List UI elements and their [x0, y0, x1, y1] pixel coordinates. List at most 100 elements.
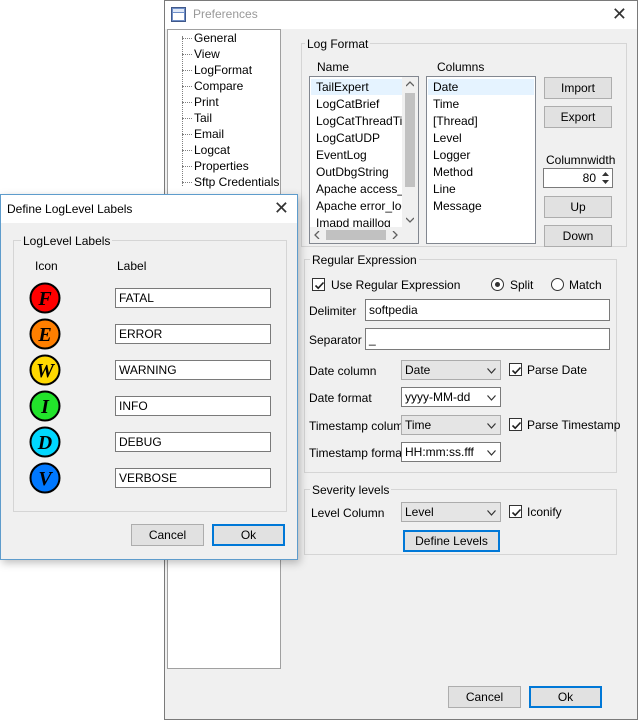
dialog-cancel-button[interactable]: Cancel: [131, 524, 204, 546]
timestamp-column-value: Time: [405, 418, 432, 432]
columnwidth-spinner[interactable]: 80: [543, 168, 613, 188]
tree-item-general[interactable]: General: [194, 31, 237, 45]
log-format-group-label: Log Format: [305, 37, 371, 51]
dialog-ok-button[interactable]: Ok: [212, 524, 285, 546]
timestamp-column-select[interactable]: Time: [401, 415, 501, 435]
spin-up-icon[interactable]: [602, 172, 609, 177]
date-column-label: Date column: [309, 364, 377, 378]
radio-dot-icon: [495, 282, 500, 287]
tree-connector: [182, 86, 192, 87]
use-regex-label: Use Regular Expression: [331, 278, 461, 292]
format-name-item[interactable]: OutDbgString: [316, 165, 389, 179]
tree-item-properties[interactable]: Properties: [194, 159, 249, 173]
name-list-vscroll[interactable]: [402, 77, 418, 227]
match-radio[interactable]: [551, 278, 564, 291]
preferences-close-icon[interactable]: ✕: [612, 3, 627, 25]
export-button[interactable]: Export: [544, 106, 612, 128]
tree-item-compare[interactable]: Compare: [194, 79, 243, 93]
scroll-up-icon[interactable]: [406, 81, 414, 87]
use-regex-checkbox[interactable]: [312, 278, 325, 291]
chevron-down-icon: [487, 450, 496, 456]
column-item[interactable]: [Thread]: [433, 114, 478, 128]
delimiter-input[interactable]: softpedia: [365, 299, 610, 321]
column-item[interactable]: Method: [433, 165, 473, 179]
tree-item-print[interactable]: Print: [194, 95, 219, 109]
preferences-titlebar[interactable]: Preferences ✕: [165, 1, 637, 29]
column-item[interactable]: Level: [433, 131, 462, 145]
dialog-title: Define LogLevel Labels: [7, 202, 133, 216]
format-name-item[interactable]: EventLog: [316, 148, 367, 162]
format-name-item[interactable]: LogCatBrief: [316, 97, 379, 111]
format-name-item[interactable]: TailExpert: [316, 80, 369, 94]
warning-level-icon: W: [29, 354, 61, 386]
name-list-hscroll[interactable]: [310, 227, 418, 243]
name-list-hscroll-thumb[interactable]: [326, 230, 386, 240]
up-button[interactable]: Up: [544, 196, 612, 218]
date-format-select[interactable]: yyyy-MM-dd: [401, 387, 501, 407]
tree-item-logcat[interactable]: Logcat: [194, 143, 230, 157]
date-format-label: Date format: [309, 391, 372, 405]
scroll-right-icon[interactable]: [392, 231, 398, 239]
timestamp-format-value: HH:mm:ss.fff: [405, 445, 474, 459]
tree-connector: [182, 36, 183, 186]
columns-list[interactable]: Date Time [Thread] Level Logger Method L…: [426, 76, 536, 244]
prefs-cancel-button[interactable]: Cancel: [448, 686, 521, 708]
dialog-titlebar[interactable]: Define LogLevel Labels ✕: [1, 195, 297, 223]
down-button[interactable]: Down: [544, 225, 612, 247]
split-radio[interactable]: [491, 278, 504, 291]
date-column-select[interactable]: Date: [401, 360, 501, 380]
tree-item-email[interactable]: Email: [194, 127, 224, 141]
dialog-close-icon[interactable]: ✕: [274, 197, 289, 219]
column-item[interactable]: Message: [433, 199, 482, 213]
separator-label: Separator: [309, 333, 362, 347]
checkmark-icon: [511, 508, 522, 517]
parse-date-checkbox[interactable]: [509, 363, 522, 376]
timestamp-format-select[interactable]: HH:mm:ss.fff: [401, 442, 501, 462]
loglevel-labels-group-label: LogLevel Labels: [21, 234, 113, 248]
checkmark-icon: [511, 366, 522, 375]
iconify-checkbox[interactable]: [509, 505, 522, 518]
tree-connector: [182, 182, 192, 183]
parse-timestamp-checkbox[interactable]: [509, 418, 522, 431]
column-item[interactable]: Logger: [433, 148, 470, 162]
scroll-down-icon[interactable]: [406, 217, 414, 223]
column-item[interactable]: Time: [433, 97, 459, 111]
column-item[interactable]: Date: [433, 80, 458, 94]
debug-label-input[interactable]: DEBUG: [115, 432, 271, 452]
separator-input[interactable]: _: [365, 328, 610, 350]
fatal-label-input[interactable]: FATAL: [115, 288, 271, 308]
scroll-left-icon[interactable]: [314, 231, 320, 239]
format-name-item[interactable]: Apache error_log: [316, 199, 408, 213]
tree-connector: [182, 38, 192, 39]
level-column-select[interactable]: Level: [401, 502, 501, 522]
fatal-level-icon: F: [29, 282, 61, 314]
error-label-input[interactable]: ERROR: [115, 324, 271, 344]
column-item[interactable]: Line: [433, 182, 456, 196]
checkmark-icon: [314, 281, 325, 290]
name-list-vscroll-thumb[interactable]: [405, 93, 415, 187]
verbose-level-icon: V: [29, 462, 61, 494]
split-label: Split: [510, 278, 534, 292]
severity-group-label: Severity levels: [310, 483, 392, 497]
import-button[interactable]: Import: [544, 77, 612, 99]
name-column-header: Name: [317, 60, 350, 74]
spin-down-icon[interactable]: [602, 180, 609, 185]
format-name-item[interactable]: Apache access_lo: [316, 182, 413, 196]
tree-item-sftp-credentials[interactable]: Sftp Credentials: [194, 175, 279, 189]
format-name-item[interactable]: LogCatThreadTim: [316, 114, 412, 128]
match-label: Match: [569, 278, 602, 292]
date-format-value: yyyy-MM-dd: [405, 390, 471, 404]
warning-label-input[interactable]: WARNING: [115, 360, 271, 380]
format-name-list[interactable]: TailExpert LogCatBrief LogCatThreadTim L…: [309, 76, 419, 244]
tree-item-tail[interactable]: Tail: [194, 111, 212, 125]
label-column-header: Label: [117, 259, 147, 273]
prefs-ok-button[interactable]: Ok: [529, 686, 602, 708]
verbose-label-input[interactable]: VERBOSE: [115, 468, 271, 488]
format-name-item[interactable]: LogCatUDP: [316, 131, 380, 145]
chevron-down-icon: [487, 510, 496, 516]
info-level-icon: I: [29, 390, 61, 422]
tree-item-view[interactable]: View: [194, 47, 220, 61]
tree-item-logformat[interactable]: LogFormat: [194, 63, 252, 77]
define-levels-button[interactable]: Define Levels: [403, 530, 500, 552]
info-label-input[interactable]: INFO: [115, 396, 271, 416]
